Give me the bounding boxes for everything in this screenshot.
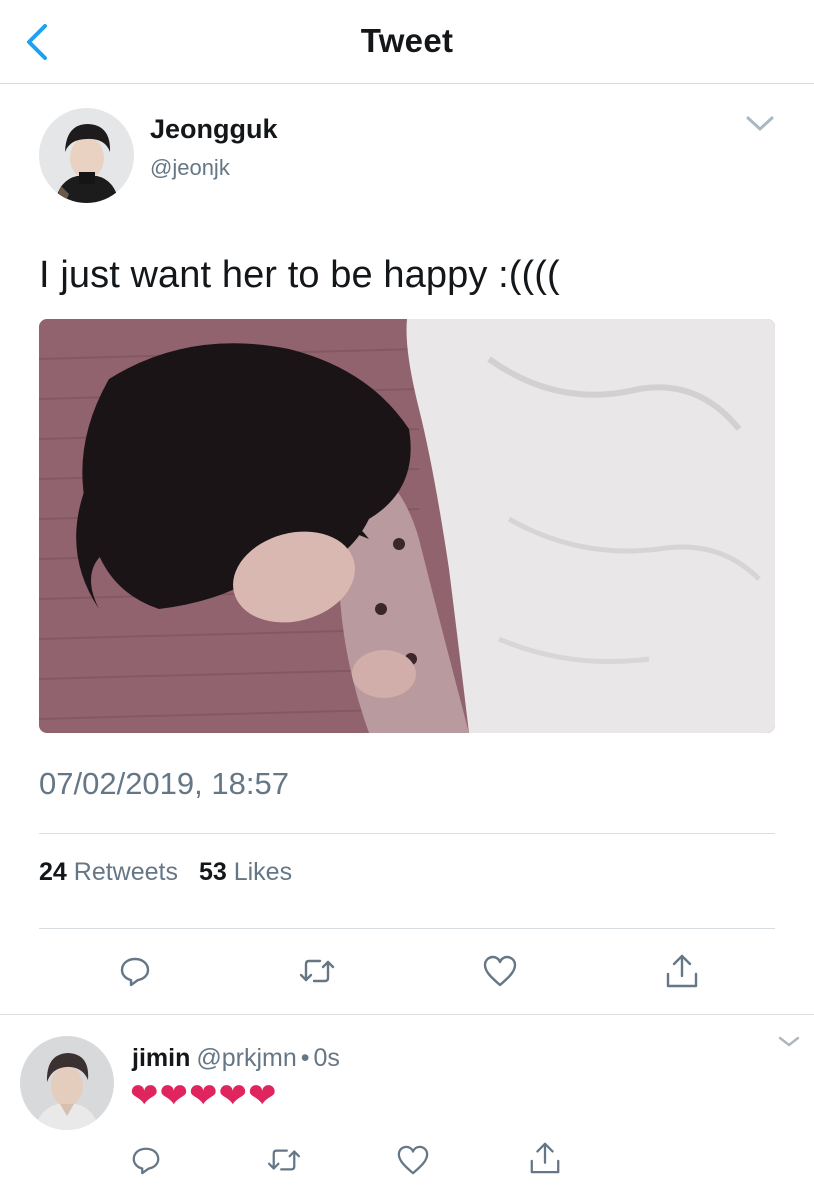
tweet-text: I just want her to be happy :(((( [39, 254, 560, 296]
reply-avatar[interactable] [20, 1036, 114, 1130]
retweet-icon [267, 1149, 301, 1171]
retweets-stat[interactable]: 24 Retweets [39, 858, 178, 886]
retweets-count: 24 [39, 858, 67, 886]
likes-label: Likes [233, 858, 293, 886]
likes-count: 53 [198, 858, 227, 886]
retweet-icon [299, 959, 335, 983]
navigation-bar: Tweet [0, 0, 814, 84]
display-name[interactable]: Jeongguk [150, 114, 278, 145]
tweet-photo[interactable] [39, 319, 775, 733]
reply-text: ❤❤❤❤❤ [130, 1077, 278, 1115]
engagement-stats: 24 Retweets 53 Likes [39, 858, 306, 887]
page-title: Tweet [360, 22, 454, 59]
share-icon [530, 1142, 560, 1174]
share-button[interactable] [664, 952, 700, 990]
reply-separator: • [300, 1044, 310, 1072]
tweet-options-button[interactable] [742, 110, 778, 136]
reply-share-button[interactable] [528, 1140, 562, 1176]
retweet-button[interactable] [298, 956, 336, 986]
reply-icon [120, 957, 150, 987]
like-button[interactable] [482, 954, 518, 988]
likes-stat[interactable]: 53 Likes [199, 858, 292, 886]
divider [39, 928, 775, 929]
reply-user-handle[interactable]: @prkjmn [196, 1044, 296, 1072]
reply-time: 0s [313, 1044, 340, 1072]
share-icon [666, 954, 698, 988]
reply-icon [132, 1147, 160, 1175]
like-icon [483, 955, 517, 987]
avatar[interactable] [39, 108, 134, 203]
tweet-timestamp: 07/02/2019, 18:57 [39, 766, 289, 801]
reply-reply-button[interactable] [130, 1144, 162, 1176]
chevron-down-icon [746, 116, 774, 131]
retweets-label: Retweets [73, 858, 178, 886]
like-icon [397, 1145, 429, 1175]
reply-options-button[interactable] [776, 1034, 802, 1050]
reply-header: jimin @prkjmn • 0s [132, 1044, 340, 1073]
user-handle[interactable]: @jeonjk [150, 155, 230, 181]
chevron-down-icon [778, 1036, 800, 1047]
section-divider [0, 1014, 814, 1015]
reply-retweet-button[interactable] [266, 1146, 302, 1174]
reply-like-button[interactable] [396, 1144, 430, 1176]
divider [39, 833, 775, 834]
reply-display-name[interactable]: jimin [132, 1044, 190, 1072]
reply-button[interactable] [118, 954, 152, 988]
